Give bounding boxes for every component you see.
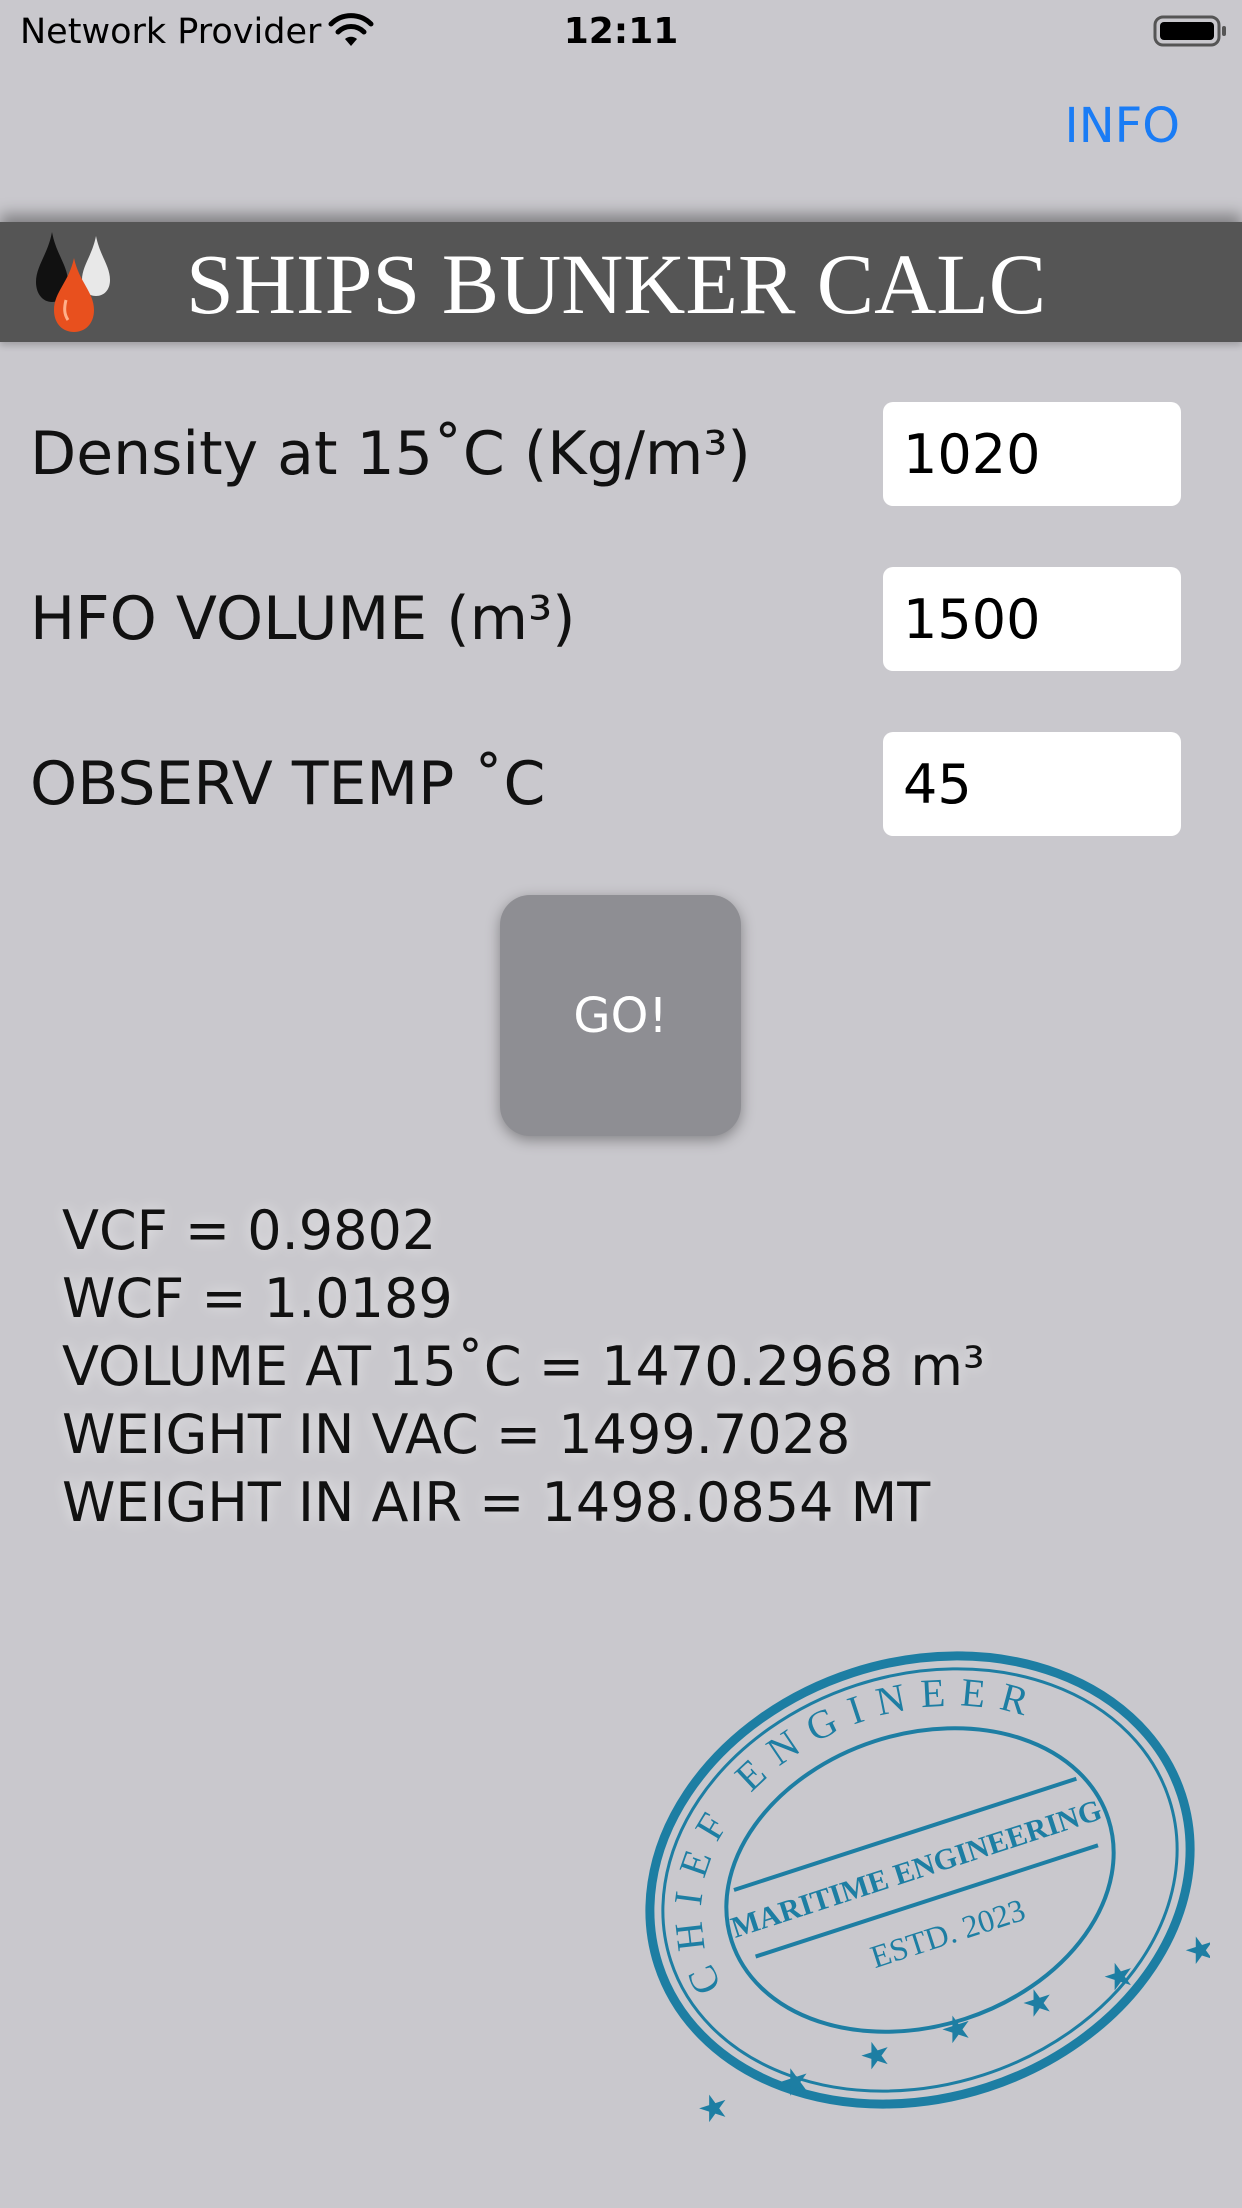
density-row: Density at 15˚C (Kg/m³) [0,402,1242,506]
oil-drops-logo-icon [36,232,110,332]
stamp-est-text: ESTD. 2023 [866,1891,1029,1975]
volume-input[interactable] [883,567,1181,671]
temperature-input[interactable] [883,732,1181,836]
app-title: SHIPS BUNKER CALC [186,236,1047,332]
result-vcf: VCF = 0.9802 [62,1199,437,1262]
result-weight-in-vac: WEIGHT IN VAC = 1499.7028 [62,1403,851,1466]
info-button[interactable]: INFO [1065,96,1180,156]
status-bar: Network Provider 12:11 [0,0,1242,64]
result-wcf: WCF = 1.0189 [62,1267,453,1330]
status-time: 12:11 [563,11,679,52]
density-input[interactable] [883,402,1181,506]
temperature-label: OBSERV TEMP ˚C [30,749,546,819]
battery-icon [1153,15,1226,47]
volume-label: HFO VOLUME (m³) [30,584,576,654]
stamp-band-text: MARITIME ENGINEERING [727,1793,1106,1944]
header-banner: SHIPS BUNKER CALC [0,222,1242,342]
go-button[interactable]: GO! [500,895,741,1136]
results-panel: VCF = 0.9802 WCF = 1.0189 VOLUME AT 15˚C… [62,1197,1162,1537]
density-label: Density at 15˚C (Kg/m³) [30,419,751,489]
result-volume-at-15c: VOLUME AT 15˚C = 1470.2968 m³ [62,1335,985,1398]
result-weight-in-air: WEIGHT IN AIR = 1498.0854 MT [62,1471,931,1534]
chief-engineer-stamp-icon: CHIEF ENGINEER MARITIME ENGINEERING ESTD… [630,1629,1210,2132]
temperature-row: OBSERV TEMP ˚C [0,732,1242,836]
volume-row: HFO VOLUME (m³) [0,567,1242,671]
